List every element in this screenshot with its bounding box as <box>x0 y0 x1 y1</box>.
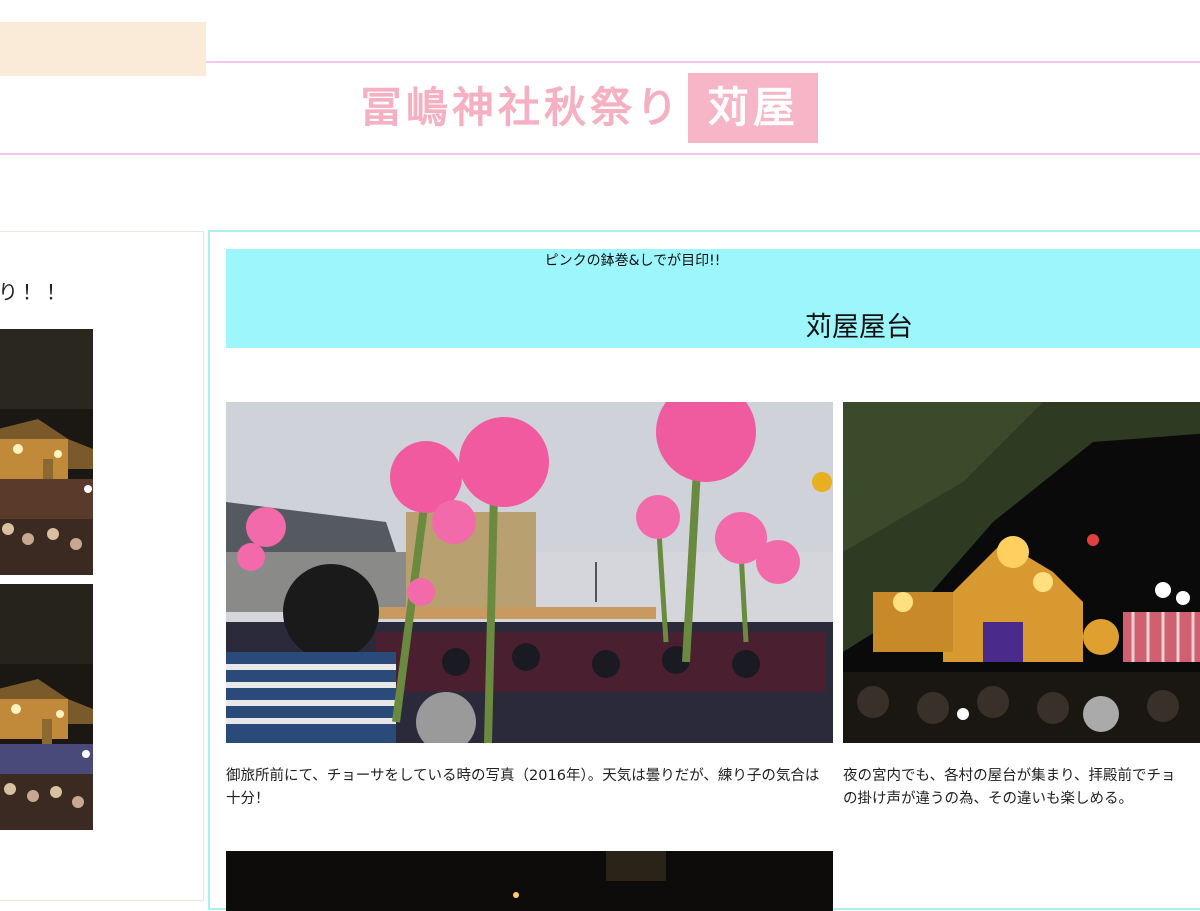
sidebar-heading: り！！ <box>0 280 70 304</box>
site-title-badge: 苅屋 <box>688 73 819 143</box>
daytime-festival-photo <box>226 402 833 743</box>
night-festival-photo <box>0 329 93 575</box>
photo-otabisho-choosa[interactable] <box>226 402 833 743</box>
sidebar-thumbnail-night-float-1[interactable] <box>0 329 93 575</box>
night-festival-photo <box>226 851 833 911</box>
photo-third-night[interactable] <box>226 851 833 911</box>
sidebar-heading-bar <box>0 22 206 76</box>
site-logo[interactable]: 冨嶋神社秋祭り 苅屋 <box>360 72 819 144</box>
banner-subtitle: ピンクの鉢巻&しでが目印!! <box>544 253 721 269</box>
photo-night-shrine[interactable] <box>843 402 1200 743</box>
header-bottom-rule <box>0 153 1200 155</box>
night-festival-photo <box>0 584 93 830</box>
photo-caption-2: 夜の宮内でも、各村の屋台が集まり、拝殿前でチョ の掛け声が違うの為、その違いも楽し… <box>843 768 1176 807</box>
photo-caption-1: 御旅所前にて、チョーサをしている時の写真（2016年）。天気は曇りだが、練り子の… <box>226 768 820 807</box>
night-shrine-photo <box>843 402 1200 743</box>
banner-title: 苅屋屋台 <box>805 312 913 343</box>
site-title: 冨嶋神社秋祭り <box>360 83 683 132</box>
sidebar-thumbnail-night-float-2[interactable] <box>0 584 93 830</box>
